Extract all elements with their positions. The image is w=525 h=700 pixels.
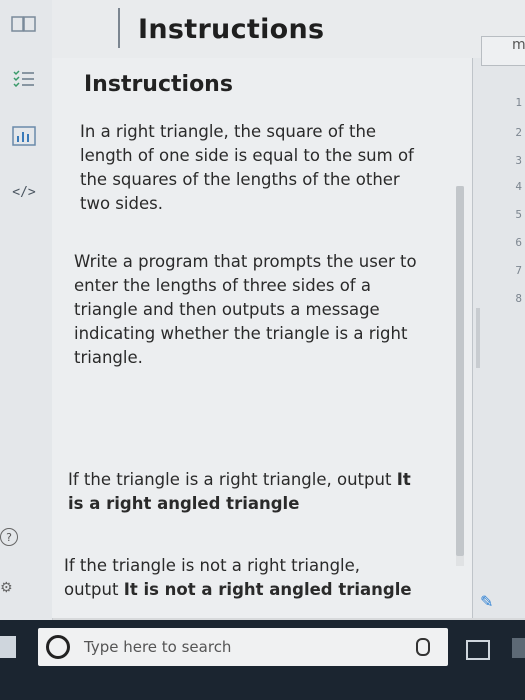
left-sidebar: </> [0, 0, 53, 620]
line-number: 2 [515, 126, 522, 139]
line-number: 8 [515, 292, 522, 305]
page-title: Instructions [138, 14, 325, 45]
checklist-icon[interactable] [8, 66, 40, 90]
settings-icon[interactable]: ⚙ [0, 580, 13, 596]
book-icon[interactable] [8, 12, 40, 36]
start-button[interactable] [0, 636, 16, 658]
panel-scroll-thumb[interactable] [456, 186, 464, 556]
taskbar-search[interactable]: Type here to search [38, 628, 448, 666]
line-number: 3 [515, 154, 522, 167]
line-number: 5 [515, 208, 522, 221]
instructions-panel: Instructions In a right triangle, the sq… [52, 58, 472, 618]
right-case-text: If the triangle is a right triangle, out… [68, 470, 392, 489]
header: Instructions [52, 0, 525, 58]
header-divider [118, 8, 120, 48]
chart-icon[interactable] [8, 124, 40, 148]
task-view-icon[interactable] [466, 640, 490, 660]
microphone-icon[interactable] [416, 638, 430, 656]
search-input[interactable]: Type here to search [84, 638, 231, 656]
line-number: 4 [515, 180, 522, 193]
cortana-icon[interactable] [46, 635, 70, 659]
line-number: 7 [515, 264, 522, 277]
not-right-case-output: It is not a right angled triangle [123, 580, 412, 599]
panel-title: Instructions [84, 72, 233, 97]
panel-scrollbar[interactable] [456, 186, 464, 566]
paragraph-definition: In a right triangle, the square of the l… [80, 122, 414, 213]
code-icon[interactable]: </> [8, 180, 40, 204]
taskbar-app-icon[interactable] [512, 638, 525, 658]
editor-file-tab[interactable]: m [481, 36, 525, 66]
line-number: 6 [515, 236, 522, 249]
editor-scrollbar[interactable] [476, 308, 480, 368]
help-icon[interactable]: ? [0, 528, 18, 546]
paragraph-right-case: If the triangle is a right triangle, out… [68, 468, 418, 516]
paragraph-not-right-case: If the triangle is not a right triangle,… [64, 554, 414, 602]
taskbar: Type here to search [0, 620, 525, 700]
pencil-icon[interactable]: ✎ [480, 592, 493, 611]
paragraph-task: Write a program that prompts the user to… [74, 252, 417, 367]
line-number: 1 [515, 96, 522, 109]
code-editor[interactable]: m 1 2 3 4 5 6 7 8 [472, 36, 525, 618]
editor-tab-label: m [512, 37, 525, 53]
